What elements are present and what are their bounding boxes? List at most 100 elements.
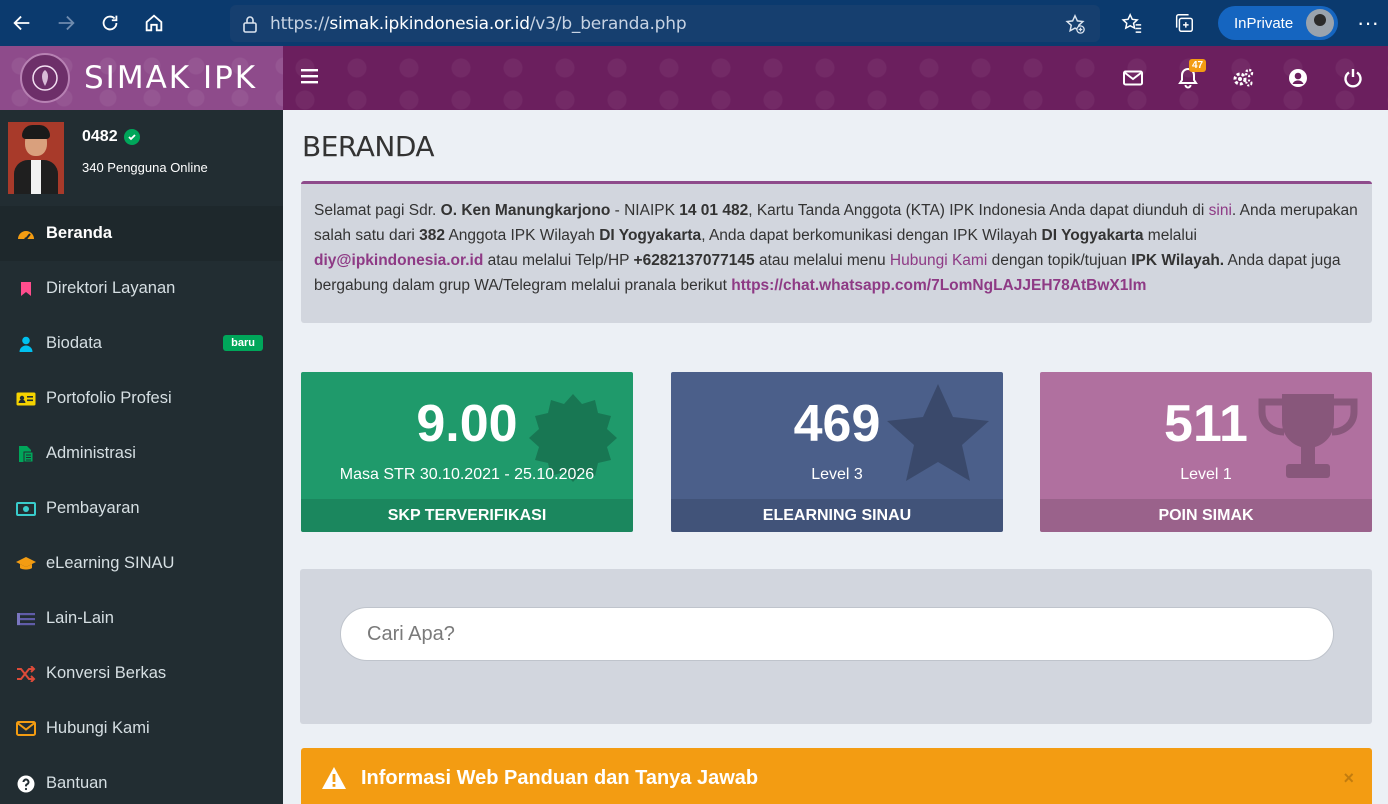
refresh-icon: [102, 15, 118, 31]
stat-footer: SKP TERVERIFIKASI: [301, 499, 633, 532]
power-icon: [1343, 69, 1362, 88]
stat-subtitle: Masa STR 30.10.2021 - 25.10.2026: [339, 466, 595, 483]
cogs-icon: [1233, 68, 1253, 87]
arrow-right-icon: [58, 15, 75, 31]
search-input[interactable]: [340, 607, 1334, 661]
url-text: https://simak.ipkindonesia.or.id/v3/b_be…: [270, 13, 687, 34]
user-panel: 0482 340 Pengguna Online: [0, 110, 283, 206]
collections-icon: [1175, 14, 1193, 32]
sidebar-item-lain-lain[interactable]: Lain-Lain: [0, 591, 283, 646]
user-name-text: 0482: [82, 128, 118, 145]
stat-box-poin[interactable]: 511 Level 1 POIN SIMAK: [1040, 372, 1372, 532]
logo-text: SIMAK IPK: [84, 60, 258, 96]
sidebar-item-elearning-sinau[interactable]: eLearning SINAU: [0, 536, 283, 591]
avatar: [8, 122, 64, 194]
bookmark-icon: [0, 281, 46, 297]
sidebar-item-konversi-berkas[interactable]: Konversi Berkas: [0, 646, 283, 701]
list-icon: [0, 612, 46, 626]
sidebar-item-label: Konversi Berkas: [46, 664, 167, 682]
stat-footer: POIN SIMAK: [1040, 499, 1372, 532]
sidebar-item-label: Bantuan: [46, 774, 108, 792]
address-bar[interactable]: https://simak.ipkindonesia.or.id/v3/b_be…: [230, 5, 1100, 42]
online-users-text: 340 Pengguna Online: [82, 160, 208, 175]
verified-check-icon: [123, 129, 140, 145]
inprivate-profile-button[interactable]: InPrivate: [1218, 6, 1338, 40]
browser-toolbar: https://simak.ipkindonesia.or.id/v3/b_be…: [0, 0, 1388, 46]
question-icon: [0, 775, 46, 793]
random-icon: [0, 665, 46, 682]
sidebar-item-bantuan[interactable]: Bantuan: [0, 756, 283, 804]
settings-button[interactable]: [1215, 46, 1270, 110]
welcome-callout: Selamat pagi Sdr. O. Ken Manungkarjono -…: [301, 181, 1372, 323]
warning-icon: [321, 766, 347, 795]
email-link[interactable]: diy@ipkindonesia.or.id: [314, 252, 483, 269]
stat-value: 511: [1164, 395, 1248, 453]
sidebar-item-label: Beranda: [46, 224, 113, 242]
favorites-button[interactable]: [1106, 0, 1158, 46]
refresh-button[interactable]: [88, 0, 132, 46]
home-icon: [145, 14, 163, 32]
sidebar-item-label: Portofolio Profesi: [46, 389, 172, 407]
envelope-icon: [0, 721, 46, 736]
messages-button[interactable]: [1105, 46, 1160, 110]
sidebar-item-label: Biodata: [46, 334, 102, 352]
sidebar-item-pembayaran[interactable]: Pembayaran: [0, 481, 283, 536]
alert-title: Informasi Web Panduan dan Tanya Jawab: [361, 767, 759, 789]
group-chat-link[interactable]: https://chat.whatsapp.com/7LomNgLAJJEH78…: [731, 277, 1146, 294]
sidebar-item-beranda[interactable]: Beranda: [0, 206, 283, 261]
sidebar-item-label: Administrasi: [46, 444, 136, 462]
more-menu-button[interactable]: ···: [1348, 10, 1388, 36]
kta-download-link[interactable]: sini: [1209, 202, 1232, 219]
logout-button[interactable]: [1325, 46, 1380, 110]
main-content: BERANDA Selamat pagi Sdr. O. Ken Manungk…: [283, 110, 1388, 804]
inprivate-label: InPrivate: [1234, 14, 1294, 32]
sidebar-item-hubungi-kami[interactable]: Hubungi Kami: [0, 701, 283, 756]
page-title: BERANDA: [302, 130, 435, 163]
user-name: 0482: [82, 128, 140, 146]
sidebar-item-biodata[interactable]: Biodata baru: [0, 316, 283, 371]
notifications-button[interactable]: 47: [1160, 46, 1215, 110]
new-badge: baru: [223, 335, 263, 351]
profile-button[interactable]: [1270, 46, 1325, 110]
hubungi-kami-link[interactable]: Hubungi Kami: [890, 252, 987, 269]
sidebar-toggle-button[interactable]: [301, 68, 319, 89]
user-icon: [0, 336, 46, 352]
sidebar-item-label: Lain-Lain: [46, 609, 114, 627]
sidebar-item-label: Direktori Layanan: [46, 279, 176, 297]
sidebar-item-label: Pembayaran: [46, 499, 140, 517]
stat-box-skp[interactable]: 9.00 Masa STR 30.10.2021 - 25.10.2026 SK…: [301, 372, 633, 532]
favorites-icon: [1121, 12, 1142, 33]
close-alert-button[interactable]: ×: [1343, 768, 1354, 789]
sidebar: 0482 340 Pengguna Online Beranda Direkto…: [0, 110, 283, 804]
home-button[interactable]: [132, 0, 176, 46]
sidebar-item-direktori-layanan[interactable]: Direktori Layanan: [0, 261, 283, 316]
back-button[interactable]: [0, 0, 44, 46]
stat-value: 469: [793, 395, 881, 453]
stat-value: 9.00: [416, 395, 518, 453]
envelope-icon: [1122, 70, 1143, 86]
money-icon: [0, 501, 46, 516]
stat-box-elearning[interactable]: 469 Level 3 ELEARNING SINAU: [671, 372, 1003, 532]
add-favorite-icon[interactable]: [1064, 13, 1086, 40]
notification-count-badge: 47: [1189, 59, 1207, 72]
forward-button[interactable]: [44, 0, 88, 46]
top-navbar: 47: [283, 46, 1388, 110]
stat-footer: ELEARNING SINAU: [671, 499, 1003, 532]
app-logo[interactable]: SIMAK IPK: [0, 46, 283, 110]
profile-avatar: [1306, 9, 1334, 37]
stat-subtitle: Level 3: [811, 466, 863, 483]
dashboard-icon: [0, 226, 46, 242]
stat-subtitle: Level 1: [1180, 466, 1232, 483]
lock-icon[interactable]: [230, 15, 270, 33]
sidebar-item-portofolio-profesi[interactable]: Portofolio Profesi: [0, 371, 283, 426]
id-card-icon: [0, 392, 46, 406]
file-icon: [0, 445, 46, 463]
user-circle-icon: [1288, 69, 1307, 87]
search-panel: [300, 569, 1372, 724]
sidebar-item-label: Hubungi Kami: [46, 719, 150, 737]
collections-button[interactable]: [1158, 0, 1210, 46]
graduation-cap-icon: [0, 556, 46, 572]
arrow-left-icon: [13, 15, 30, 31]
sidebar-item-label: eLearning SINAU: [46, 554, 175, 572]
sidebar-item-administrasi[interactable]: Administrasi: [0, 426, 283, 481]
